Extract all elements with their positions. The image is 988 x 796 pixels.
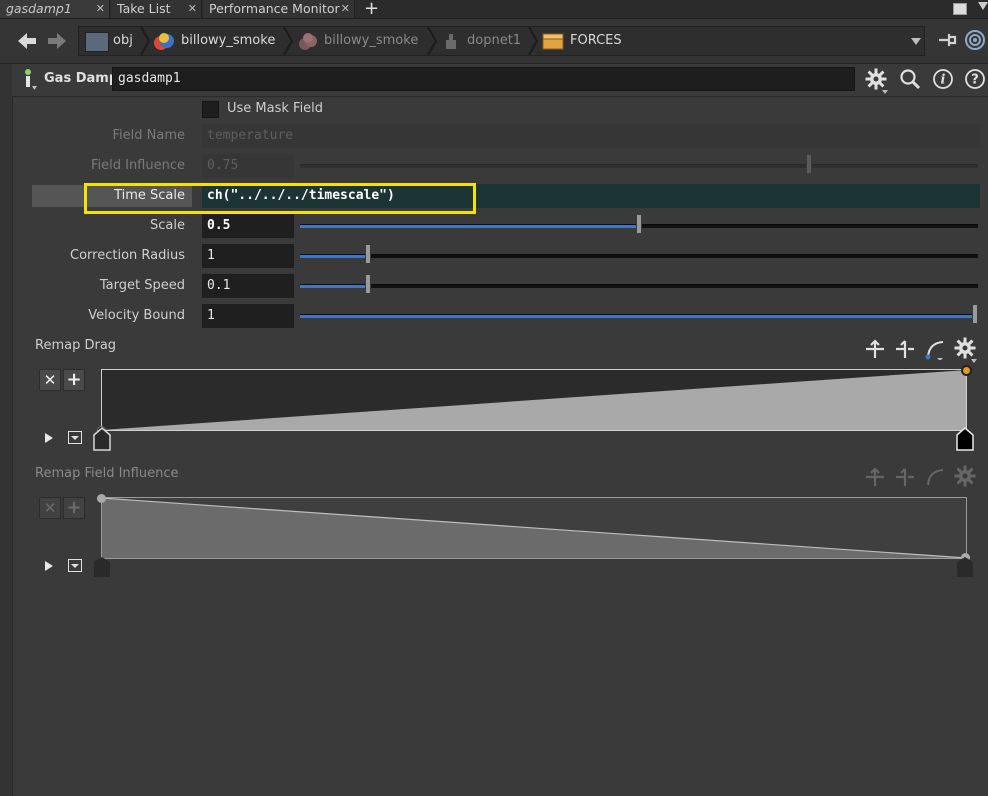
tab-gasdamp1[interactable]: gasdamp1 ✕: [0, 0, 110, 18]
velocity-bound-label: Velocity Bound: [88, 308, 185, 323]
remap-field-influence-label: Remap Field Influence: [35, 466, 179, 481]
breadcrumb-separator-icon: [283, 27, 294, 55]
close-icon[interactable]: ✕: [96, 0, 105, 17]
target-speed-input[interactable]: 0.1: [202, 274, 294, 298]
node-name-field[interactable]: gasdamp1: [112, 67, 855, 91]
tab-label: Performance Monitor: [209, 1, 340, 16]
info-icon[interactable]: i: [932, 68, 954, 90]
close-icon[interactable]: ✕: [341, 0, 350, 17]
dopnet-icon: [446, 34, 456, 49]
remap-field-influence-ramp: [101, 497, 967, 559]
link-target-icon[interactable]: [964, 29, 986, 51]
field-name-label: Field Name: [112, 128, 186, 143]
tab-label: Take List: [117, 1, 171, 16]
remap-drag-key-end[interactable]: [961, 365, 972, 376]
remap-field-influence-key-start: [97, 494, 106, 503]
tab-take-list[interactable]: Take List ✕: [111, 0, 202, 18]
highlight-box: [84, 183, 476, 214]
gear-icon[interactable]: [864, 67, 890, 95]
velocity-bound-slider[interactable]: [300, 314, 978, 318]
correction-radius-label: Correction Radius: [70, 248, 185, 263]
field-influence-slider-handle[interactable]: [806, 154, 812, 174]
field-influence-slider[interactable]: [300, 164, 978, 168]
flatten-tangent-icon[interactable]: [864, 338, 886, 360]
break-tangent-icon[interactable]: [894, 338, 916, 360]
collapse-toggle-icon[interactable]: [68, 431, 82, 444]
remap-drag-marker-end[interactable]: [955, 426, 975, 452]
pane-menu-icon[interactable]: [978, 2, 988, 10]
scale-slider-handle[interactable]: [636, 214, 642, 234]
svg-text:i: i: [941, 73, 946, 88]
breadcrumb-obj[interactable]: obj: [113, 27, 133, 55]
velocity-bound-slider-handle[interactable]: [972, 304, 978, 324]
breadcrumb-dopnet1[interactable]: dopnet1: [467, 27, 521, 55]
left-gutter: [0, 64, 13, 796]
use-mask-field-label: Use Mask Field: [227, 101, 324, 116]
field-name-input[interactable]: temperature: [202, 124, 980, 148]
obj-network-icon: [85, 32, 109, 52]
remap-drag-label: Remap Drag: [35, 338, 117, 353]
field-influence-input[interactable]: 0.75: [202, 154, 294, 178]
ramp-gear-icon: [954, 465, 976, 487]
scale-input[interactable]: 0.5: [202, 214, 294, 238]
breadcrumb-billowy-smoke-obj[interactable]: billowy_smoke: [181, 27, 275, 55]
pin-icon[interactable]: [937, 30, 959, 50]
delete-point-button[interactable]: ✕: [39, 369, 61, 391]
add-point-button: +: [63, 497, 85, 519]
field-influence-label: Field Influence: [90, 158, 185, 173]
tab-performance-monitor[interactable]: Performance Monitor ✕: [203, 0, 355, 18]
remap-field-influence-marker-end: [957, 557, 973, 577]
add-point-button[interactable]: +: [63, 369, 85, 391]
correction-radius-slider-handle[interactable]: [365, 244, 371, 264]
gas-damp-node-icon: [25, 69, 37, 90]
back-icon[interactable]: [16, 31, 38, 51]
break-tangent-icon: [896, 468, 914, 486]
correction-radius-slider[interactable]: [300, 254, 978, 258]
forward-icon[interactable]: [46, 31, 68, 51]
flatten-tangent-icon: [866, 467, 884, 486]
use-mask-field-checkbox[interactable]: [202, 101, 219, 118]
path-dropdown-icon[interactable]: [911, 38, 921, 45]
delete-point-button: ✕: [39, 497, 61, 519]
expand-arrow-icon[interactable]: [42, 559, 56, 573]
maximize-icon[interactable]: [953, 3, 967, 15]
target-speed-slider[interactable]: [300, 284, 978, 288]
expand-arrow-icon[interactable]: [42, 431, 56, 445]
ramp-gear-icon[interactable]: [953, 336, 979, 364]
remap-drag-marker-start[interactable]: [92, 426, 112, 452]
remap-drag-ramp[interactable]: [101, 369, 967, 431]
breadcrumb-separator-icon: [528, 27, 539, 55]
tab-label: gasdamp1: [6, 1, 72, 16]
breadcrumb-separator-icon: [140, 27, 151, 55]
breadcrumb-billowy-smoke-sop[interactable]: billowy_smoke: [324, 27, 418, 55]
close-icon[interactable]: ✕: [188, 0, 197, 17]
add-tab-icon[interactable]: +: [364, 0, 379, 19]
breadcrumb: obj billowy_smoke billowy_smoke dopnet1 …: [78, 26, 925, 56]
node-type-label: Gas Damp: [44, 71, 119, 86]
curve-tangent-icon: [927, 469, 944, 486]
target-speed-slider-handle[interactable]: [365, 274, 371, 294]
geo-object-icon: [154, 33, 174, 50]
search-icon[interactable]: [899, 68, 921, 90]
curve-tangent-icon[interactable]: [925, 338, 947, 360]
correction-radius-input[interactable]: 1: [202, 244, 294, 268]
remap-field-influence-marker-start: [94, 557, 110, 577]
breadcrumb-separator-icon: [427, 27, 438, 55]
forces-subnet-icon: [542, 33, 564, 50]
smoke-sop-icon: [299, 33, 317, 50]
svg-text:?: ?: [971, 73, 979, 88]
velocity-bound-input[interactable]: 1: [202, 304, 294, 328]
target-speed-label: Target Speed: [99, 278, 185, 293]
scale-label: Scale: [150, 218, 185, 233]
collapse-toggle-icon[interactable]: [68, 559, 82, 572]
breadcrumb-forces[interactable]: FORCES: [570, 27, 622, 55]
help-icon[interactable]: ?: [964, 68, 986, 90]
